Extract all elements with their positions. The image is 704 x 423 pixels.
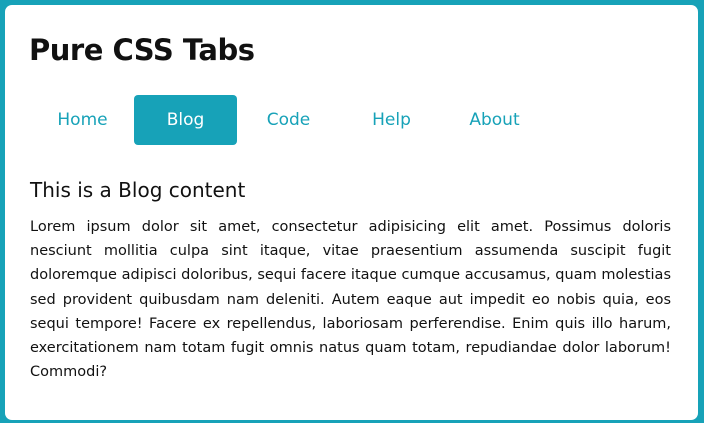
page-title: Pure CSS Tabs bbox=[29, 33, 255, 67]
tabs-card: Pure CSS Tabs Home Blog Code Help About … bbox=[5, 5, 698, 420]
tab-help[interactable]: Help bbox=[340, 95, 443, 145]
content-title: This is a Blog content bbox=[30, 178, 246, 202]
content-body: Lorem ipsum dolor sit amet, consectetur … bbox=[30, 219, 671, 381]
tab-bar: Home Blog Code Help About bbox=[31, 95, 546, 145]
tab-about[interactable]: About bbox=[443, 95, 546, 145]
tab-blog[interactable]: Blog bbox=[134, 95, 237, 145]
tab-home[interactable]: Home bbox=[31, 95, 134, 145]
tab-code[interactable]: Code bbox=[237, 95, 340, 145]
